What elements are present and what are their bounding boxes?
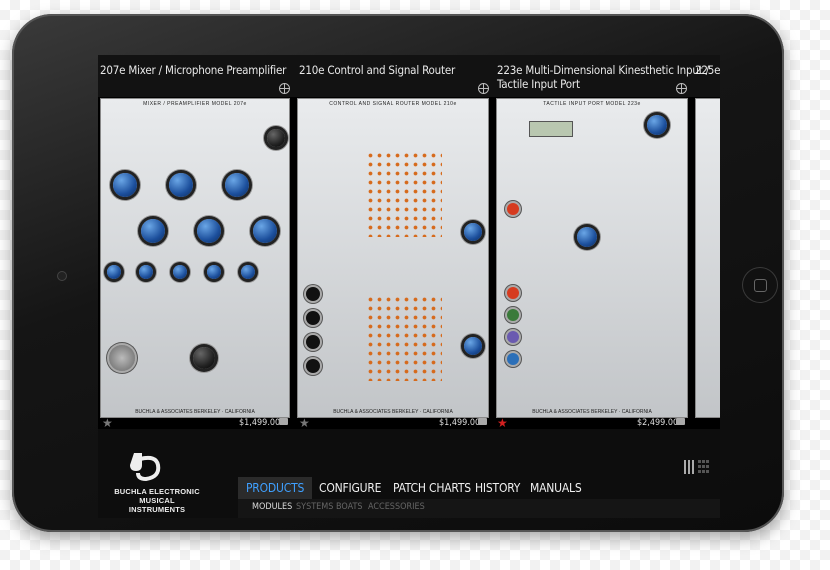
cv-output-jack[interactable]: [306, 359, 320, 373]
module-price: $1,499.00: [439, 418, 481, 428]
level-knob[interactable]: [253, 219, 277, 243]
cart-icon[interactable]: [478, 418, 487, 425]
view-toggle: [684, 460, 712, 476]
nav-patch-charts[interactable]: PATCH CHARTS: [393, 477, 471, 499]
module-panel-207e[interactable]: MIXER / PREAMPLIFIER MODEL 207e BUCHLA &…: [100, 98, 290, 418]
nav-history[interactable]: HISTORY: [475, 477, 520, 499]
level-knob[interactable]: [464, 337, 482, 355]
star-icon[interactable]: ★: [299, 416, 310, 430]
edit-knob[interactable]: [647, 115, 667, 135]
module-title-line2: Tactile Input Port: [497, 77, 580, 91]
location-knob[interactable]: [241, 265, 255, 279]
subnav-accessories[interactable]: ACCESSORIES: [368, 502, 425, 512]
buchla-logo: [130, 453, 161, 482]
tempo-knob[interactable]: [577, 227, 597, 247]
routing-matrix[interactable]: [366, 295, 442, 381]
panel-label: CONTROL AND SIGNAL ROUTER MODEL 210e: [329, 101, 457, 107]
cv-out-jack[interactable]: [507, 353, 519, 365]
module-panel-210e[interactable]: CONTROL AND SIGNAL ROUTER MODEL 210e BUC…: [297, 98, 489, 418]
module-panel-225e[interactable]: [695, 98, 720, 418]
radio-out-jack[interactable]: [507, 331, 519, 343]
radio-out-jack[interactable]: [507, 309, 519, 321]
amplitude-knob[interactable]: [464, 223, 482, 241]
grid-view-icon[interactable]: [698, 460, 710, 474]
brand-line1: BUCHLA ELECTRONIC: [114, 487, 200, 496]
app-screen: 207e Mixer / Microphone Preamplifier 210…: [98, 55, 720, 518]
crosshair-icon[interactable]: [279, 83, 290, 94]
subnav-boats[interactable]: BOATS: [336, 502, 363, 512]
cart-icon[interactable]: [676, 418, 685, 425]
brand-name: BUCHLA ELECTRONIC MUSICAL INSTRUMENTS: [114, 487, 200, 514]
cv-output-jack[interactable]: [306, 335, 320, 349]
level-knob[interactable]: [113, 173, 137, 197]
level-knob[interactable]: [225, 173, 249, 197]
panel-maker: BUCHLA & ASSOCIATES BERKELEY · CALIFORNI…: [333, 409, 453, 415]
level-knob[interactable]: [169, 173, 193, 197]
location-knob[interactable]: [139, 265, 153, 279]
crosshair-icon[interactable]: [478, 83, 489, 94]
list-view-icon[interactable]: [684, 460, 696, 474]
module-title[interactable]: 207e Mixer / Microphone Preamplifier: [100, 63, 286, 77]
home-button[interactable]: [742, 267, 778, 303]
xlr-input-jack[interactable]: [109, 345, 135, 371]
tablet-frame: 207e Mixer / Microphone Preamplifier 210…: [12, 14, 784, 532]
panel-maker: BUCHLA & ASSOCIATES BERKELEY · CALIFORNI…: [532, 409, 652, 415]
nav-products[interactable]: PRODUCTS: [238, 477, 313, 499]
star-icon[interactable]: ★: [102, 416, 113, 430]
subnav-modules[interactable]: MODULES: [252, 502, 292, 512]
location-knob[interactable]: [207, 265, 221, 279]
nav-configure[interactable]: CONFIGURE: [319, 477, 381, 499]
panel-maker: BUCHLA & ASSOCIATES BERKELEY · CALIFORNI…: [135, 409, 255, 415]
cv-output-jack[interactable]: [306, 287, 320, 301]
location-knob[interactable]: [173, 265, 187, 279]
brand-line2: MUSICAL INSTRUMENTS: [128, 496, 186, 514]
cv-output-jack[interactable]: [306, 311, 320, 325]
preamp-gain-knob[interactable]: [193, 347, 215, 369]
module-title[interactable]: 210e Control and Signal Router: [299, 63, 455, 77]
lcd-display: [529, 121, 573, 137]
panel-label: MIXER / PREAMPLIFIER MODEL 207e: [143, 101, 247, 107]
module-header-bar: 207e Mixer / Microphone Preamplifier 210…: [98, 55, 720, 97]
pulse-jack[interactable]: [507, 203, 519, 215]
crosshair-icon[interactable]: [676, 83, 687, 94]
subnav-systems[interactable]: SYSTEMS: [296, 502, 333, 512]
module-panel-223e[interactable]: TACTILE INPUT PORT MODEL 223e BUCHLA & A…: [496, 98, 688, 418]
home-square-icon: [754, 279, 767, 292]
cart-icon[interactable]: [279, 418, 288, 425]
panel-label: TACTILE INPUT PORT MODEL 223e: [543, 101, 641, 107]
module-title[interactable]: 225e: [695, 63, 720, 77]
module-price: $1,499.00: [239, 418, 281, 428]
module-price: $2,499.00: [637, 418, 679, 428]
headphones-knob[interactable]: [267, 129, 285, 147]
camera-icon: [58, 272, 66, 280]
nav-manuals[interactable]: MANUALS: [530, 477, 582, 499]
routing-matrix[interactable]: [366, 151, 442, 237]
module-title-line1: 223e Multi-Dimensional Kinesthetic Input…: [497, 63, 709, 77]
radio-out-jack[interactable]: [507, 287, 519, 299]
level-knob[interactable]: [197, 219, 221, 243]
star-icon[interactable]: ★: [497, 416, 508, 430]
level-knob[interactable]: [141, 219, 165, 243]
location-knob[interactable]: [107, 265, 121, 279]
